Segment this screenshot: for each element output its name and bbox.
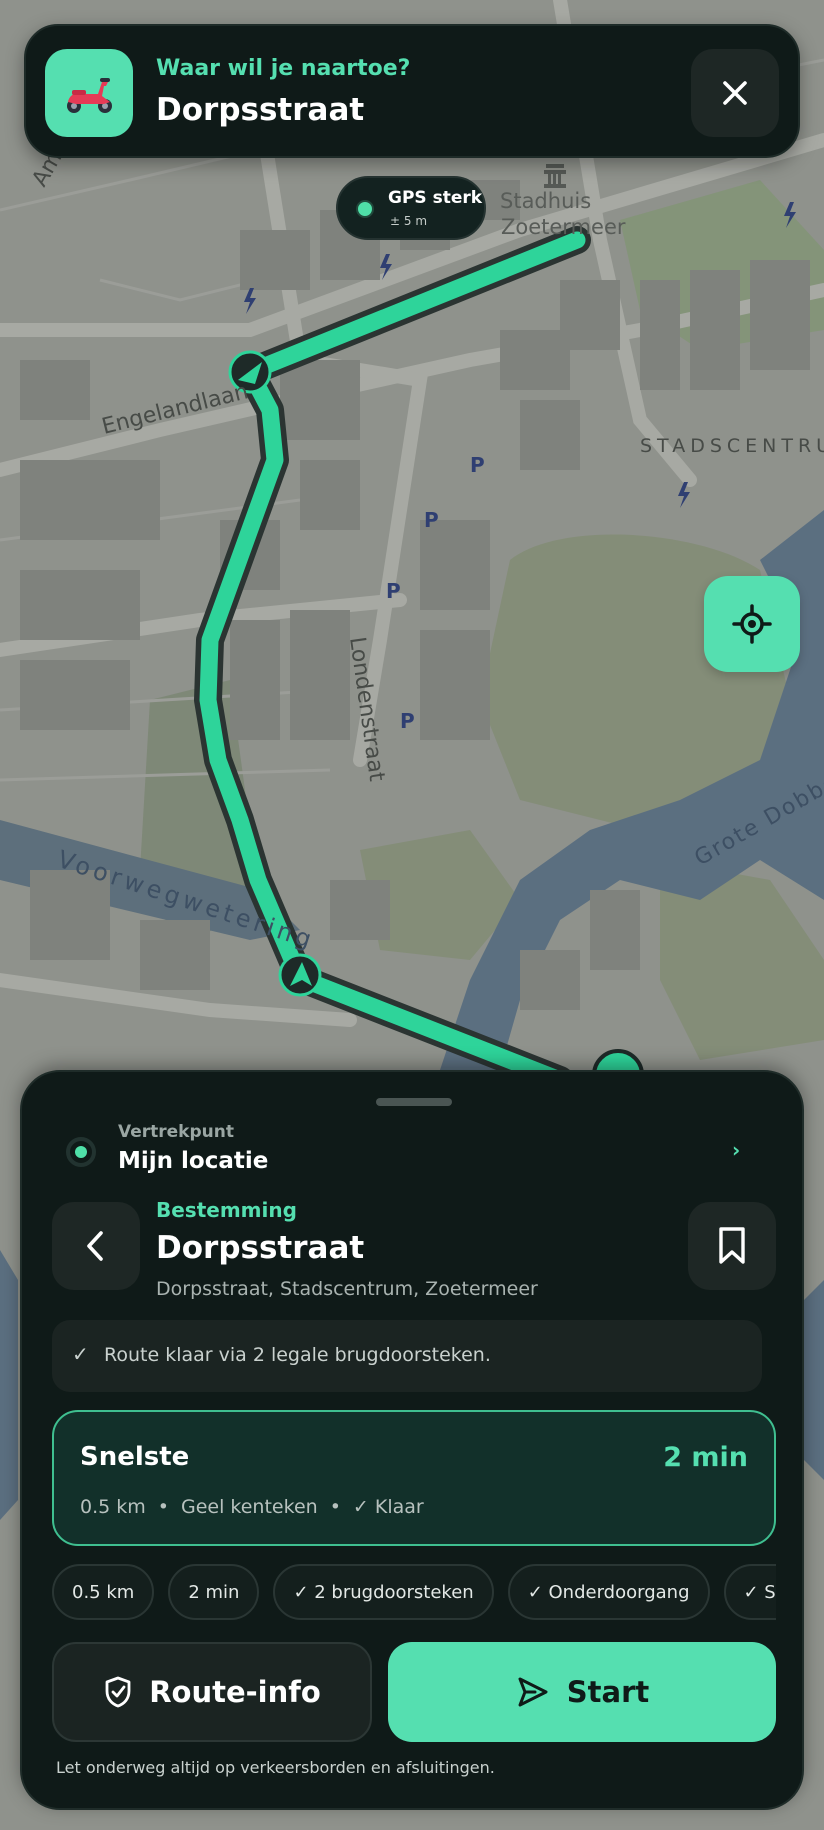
- parking-label: P: [424, 508, 439, 532]
- chip-bridges[interactable]: ✓ 2 brugdoorsteken: [273, 1564, 494, 1620]
- route-distance: 0.5 km: [80, 1496, 146, 1518]
- origin-label: Vertrekpunt: [118, 1122, 234, 1142]
- map-label-stadhuis: Stadhuis: [500, 189, 591, 213]
- start-navigation-button[interactable]: Start: [388, 1642, 776, 1742]
- destination-search-card[interactable]: Waar wil je naartoe? Dorpsstraat: [24, 24, 800, 158]
- route-notice-text: Route klaar via 2 legale brugdoorsteken.: [104, 1344, 491, 1366]
- sheet-drag-handle[interactable]: [376, 1098, 452, 1106]
- chevron-left-icon: [87, 1231, 103, 1261]
- gps-status-badge: GPS sterk ± 5 m: [336, 176, 486, 240]
- chip-underpass[interactable]: ✓ Onderdoorgang: [507, 1564, 710, 1620]
- navigation-arrow-icon: [518, 1677, 548, 1707]
- bookmark-icon: [719, 1227, 745, 1264]
- route-plate: Geel kenteken: [181, 1496, 318, 1518]
- save-destination-button[interactable]: [688, 1202, 776, 1290]
- check-icon: ✓: [72, 1342, 89, 1366]
- route-notice: ✓ Route klaar via 2 legale brugdoorsteke…: [52, 1320, 762, 1392]
- safety-footer-note: Let onderweg altijd op verkeersborden en…: [56, 1758, 495, 1777]
- route-status: ✓ Klaar: [352, 1496, 424, 1518]
- shield-check-icon: [105, 1676, 131, 1708]
- route-chips-scroller[interactable]: 0.5 km 2 min ✓ 2 brugdoorsteken ✓ Onderd…: [52, 1564, 776, 1624]
- parking-label: P: [386, 579, 401, 603]
- origin-value[interactable]: Mijn locatie: [118, 1148, 268, 1174]
- gps-accuracy-text: ± 5 m: [390, 214, 428, 228]
- crosshair-icon: [732, 604, 772, 644]
- parking-label: P: [400, 709, 415, 733]
- destination-address: Dorpsstraat, Stadscentrum, Zoetermeer: [156, 1278, 538, 1300]
- gps-indicator-dot: [356, 200, 374, 218]
- route-option-meta: 0.5 km • Geel kenteken • ✓ Klaar: [80, 1496, 424, 1518]
- locate-me-button[interactable]: [704, 576, 800, 672]
- destination-label: Bestemming: [156, 1198, 297, 1222]
- origin-dot-icon: [66, 1137, 96, 1167]
- chip-scooter-route[interactable]: ✓ Scooterroute: [723, 1564, 776, 1620]
- close-icon: [723, 81, 747, 105]
- separator-dot: •: [157, 1496, 169, 1518]
- destination-prompt: Waar wil je naartoe?: [156, 56, 411, 81]
- chip-distance[interactable]: 0.5 km: [52, 1564, 155, 1620]
- chip-duration[interactable]: 2 min: [168, 1564, 260, 1620]
- map-label-zoetermeer: Zoetermeer: [501, 215, 626, 239]
- route-bottom-sheet[interactable]: Vertrekpunt Mijn locatie › Bestemming Do…: [20, 1070, 804, 1810]
- start-label: Start: [566, 1675, 650, 1709]
- destination-title[interactable]: Dorpsstraat: [156, 92, 364, 128]
- map-label-stadscentrum: STADSCENTRU: [640, 435, 824, 457]
- separator-dot: •: [329, 1496, 341, 1518]
- chevron-right-icon[interactable]: ›: [732, 1138, 740, 1162]
- route-info-label: Route-info: [149, 1675, 321, 1709]
- route-option-name: Snelste: [80, 1442, 190, 1472]
- close-button[interactable]: [691, 49, 779, 137]
- scooter-icon: [45, 49, 133, 137]
- route-option-time: 2 min: [663, 1442, 748, 1473]
- route-option-fastest[interactable]: Snelste 2 min 0.5 km • Geel kenteken • ✓…: [52, 1410, 776, 1546]
- back-button[interactable]: [52, 1202, 140, 1290]
- gps-status-text: GPS sterk: [388, 188, 483, 208]
- destination-name: Dorpsstraat: [156, 1230, 365, 1266]
- route-info-button[interactable]: Route-info: [52, 1642, 372, 1742]
- parking-label: P: [470, 453, 485, 477]
